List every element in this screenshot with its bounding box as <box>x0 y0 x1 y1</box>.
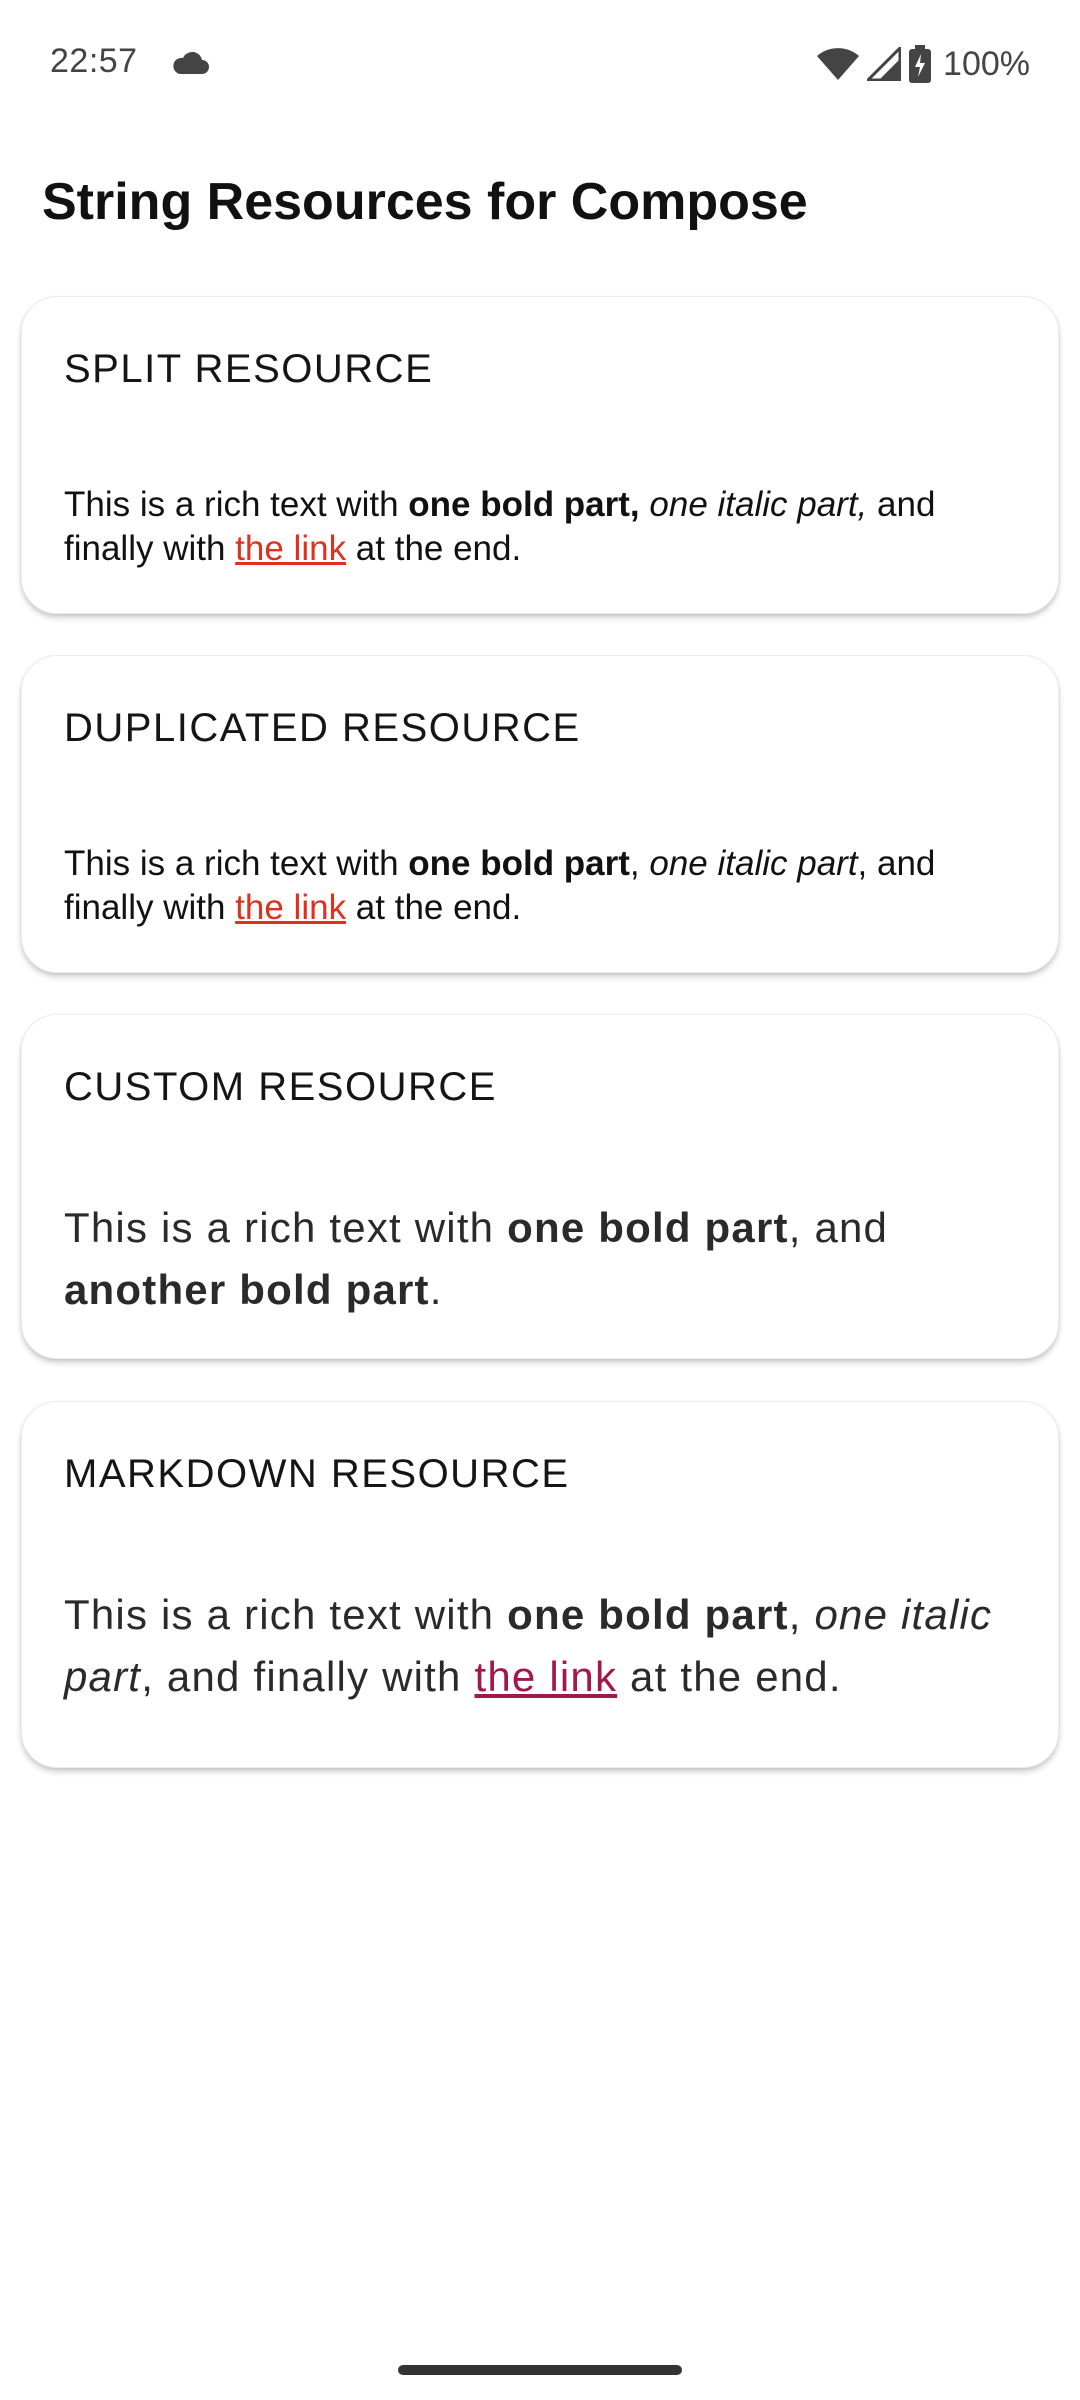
status-time: 22:57 <box>50 42 138 80</box>
custom-resource-card: CUSTOM RESOURCE This is a rich text with… <box>21 1014 1059 1359</box>
signal-icon <box>867 47 902 81</box>
the-link[interactable]: the link <box>235 529 346 568</box>
status-bar: 22:57 100% <box>0 0 1080 128</box>
status-icons: 100% <box>817 42 1030 86</box>
bold-text: another bold part <box>64 1266 430 1313</box>
the-link[interactable]: the link <box>474 1653 617 1700</box>
markdown-resource-card: MARKDOWN RESOURCE This is a rich text wi… <box>21 1401 1059 1768</box>
battery-percentage: 100% <box>943 44 1030 83</box>
text-segment: . <box>429 1266 443 1313</box>
card-title: SPLIT RESOURCE <box>64 347 434 391</box>
rich-text: This is a rich text with one bold part, … <box>64 842 1016 930</box>
rich-text: This is a rich text with one bold part, … <box>64 1197 1016 1321</box>
bold-text: one bold part <box>507 1204 789 1251</box>
split-resource-card: SPLIT RESOURCE This is a rich text with … <box>21 296 1059 614</box>
page-title: String Resources for Compose <box>42 173 808 231</box>
text-segment: at the end. <box>346 888 522 927</box>
text-segment: , <box>629 844 650 883</box>
card-title: CUSTOM RESOURCE <box>64 1065 497 1109</box>
rich-text: This is a rich text with one bold part, … <box>64 483 1016 571</box>
bold-text: one bold part, <box>408 485 640 524</box>
text-segment: This is a rich text with <box>64 1591 508 1638</box>
italic-text: one italic part, <box>649 485 868 524</box>
duplicated-resource-card: DUPLICATED RESOURCE This is a rich text … <box>21 655 1059 973</box>
home-gesture-bar[interactable] <box>398 2365 682 2375</box>
wifi-icon <box>817 48 860 80</box>
text-segment: at the end. <box>346 529 522 568</box>
text-segment: , and finally with <box>141 1653 475 1700</box>
battery-charging-icon <box>909 45 932 83</box>
rich-text: This is a rich text with one bold part , … <box>64 1584 1016 1708</box>
the-link[interactable]: the link <box>235 888 346 927</box>
cloud-icon <box>173 51 209 74</box>
card-title: DUPLICATED RESOURCE <box>64 706 581 750</box>
text-segment: This is a rich text with <box>64 1204 508 1251</box>
text-segment: This is a rich text with <box>64 485 409 524</box>
text-segment: This is a rich text with <box>64 844 409 883</box>
text-segment: , and <box>788 1204 889 1251</box>
text-segment: at the end. <box>617 1653 842 1700</box>
bold-text: one bold part <box>507 1591 789 1638</box>
text-segment <box>640 485 650 524</box>
italic-text: one italic part <box>649 844 858 883</box>
bold-text: one bold part <box>408 844 630 883</box>
card-title: MARKDOWN RESOURCE <box>64 1452 570 1496</box>
text-segment: , <box>788 1591 815 1638</box>
